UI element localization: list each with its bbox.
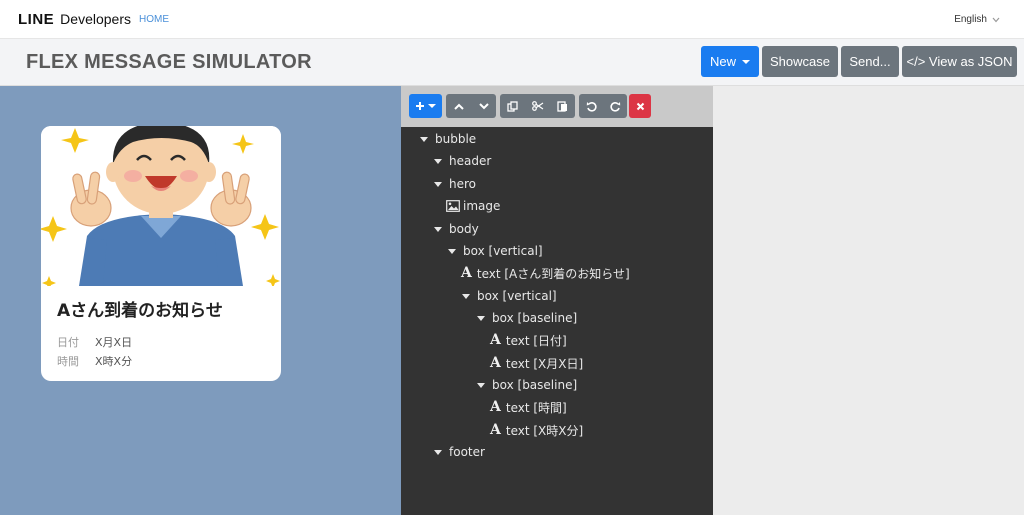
tree-node-header[interactable]: header (434, 152, 491, 170)
caret-down-icon (420, 136, 428, 142)
tree-node-label: text [時間] (505, 400, 567, 415)
man-peace-sign-illustration (41, 126, 280, 286)
delete-button[interactable] (629, 94, 651, 118)
send-button-label: Send... (849, 54, 891, 69)
editor-toolbar (401, 86, 713, 127)
tree-node-label: text [X時X分] (505, 423, 584, 438)
view-as-json-label: </> View as JSON (906, 54, 1013, 69)
date-value: X月X日 (95, 336, 133, 349)
undo-button[interactable] (579, 94, 603, 118)
tree-node-label: text [X月X日] (505, 356, 584, 371)
time-label: 時間 (57, 355, 79, 368)
tree-node-label: text [日付] (505, 333, 567, 348)
send-button[interactable]: Send... (841, 46, 899, 77)
tree-node-box-baseline-time[interactable]: box [baseline] (477, 376, 577, 394)
chevron-up-icon (453, 103, 464, 110)
copy-button[interactable] (500, 94, 525, 118)
showcase-button-label: Showcase (770, 54, 830, 69)
brand-developers-text: Developers (60, 11, 131, 27)
text-icon: A (490, 399, 501, 415)
caret-down-icon (462, 293, 470, 299)
new-button[interactable]: New (701, 46, 759, 77)
home-link[interactable]: HOME (139, 14, 169, 25)
tree-node-label: hero (449, 177, 476, 191)
tree-node-text-date-label[interactable]: A text [日付] (490, 331, 567, 349)
tree-node-hero[interactable]: hero (434, 175, 476, 193)
text-icon: A (490, 422, 501, 438)
tree-node-bubble[interactable]: bubble (420, 130, 476, 148)
tree-node-text-date-value[interactable]: A text [X月X日] (490, 354, 583, 372)
new-button-label: New (709, 54, 736, 69)
tree-node-box-baseline-date[interactable]: box [baseline] (477, 309, 577, 327)
tree-node-box-vertical-inner[interactable]: box [vertical] (462, 287, 557, 305)
tree-node-image[interactable]: image (446, 197, 500, 215)
close-icon (636, 102, 644, 110)
tree-node-label: box [vertical] (477, 289, 557, 303)
paste-icon (557, 101, 567, 112)
caret-down-icon (428, 104, 436, 108)
brand-line-text: LINE (18, 11, 55, 28)
tree-node-body[interactable]: body (434, 220, 479, 238)
chevron-down-icon (478, 102, 489, 109)
tree-node-label: bubble (435, 132, 477, 146)
caret-down-icon (434, 226, 442, 232)
tree-node-label: body (449, 222, 479, 236)
tree-node-label: box [baseline] (492, 311, 578, 325)
tree-node-box-vertical[interactable]: box [vertical] (448, 242, 543, 260)
flex-bubble-card[interactable]: Aさん到着のお知らせ 日付 X月X日 時間 X時X分 (41, 126, 281, 381)
copy-icon (507, 100, 518, 112)
image-icon (446, 200, 460, 212)
cut-icon (531, 101, 543, 111)
caret-down-icon (477, 382, 485, 388)
language-label: English (954, 14, 987, 25)
property-panel (713, 86, 1024, 515)
caret-down-icon (448, 248, 456, 254)
tree-node-label: image (463, 199, 501, 213)
showcase-button[interactable]: Showcase (762, 46, 838, 77)
redo-icon (609, 101, 620, 112)
page-title: FLEX MESSAGE SIMULATOR (26, 51, 312, 73)
preview-panel: Aさん到着のお知らせ 日付 X月X日 時間 X時X分 (0, 86, 401, 515)
undo-icon (586, 101, 597, 112)
tree-node-label: header (449, 154, 492, 168)
caret-down-icon (434, 449, 442, 455)
tree-node-label: box [baseline] (492, 378, 578, 392)
tree-node-footer[interactable]: footer (434, 443, 485, 461)
simulator-header: FLEX MESSAGE SIMULATOR New Showcase Send… (0, 39, 1024, 86)
tree-node-label: box [vertical] (463, 244, 543, 258)
caret-down-icon (434, 181, 442, 187)
card-title: Aさん到着のお知らせ (57, 301, 223, 321)
move-up-button[interactable] (446, 94, 471, 118)
tree-node-label: footer (449, 445, 485, 459)
add-component-button[interactable] (409, 94, 442, 118)
date-row: 日付 X月X日 (57, 334, 132, 350)
move-down-button[interactable] (471, 94, 496, 118)
redo-button[interactable] (603, 94, 627, 118)
hero-image (41, 126, 281, 286)
time-value: X時X分 (95, 355, 133, 368)
text-icon: A (490, 355, 501, 371)
view-as-json-button[interactable]: </> View as JSON (902, 46, 1017, 77)
language-selector[interactable]: English (954, 14, 1000, 25)
text-icon: A (461, 265, 472, 281)
tree-node-text-time-label[interactable]: A text [時間] (490, 398, 567, 416)
plus-icon (416, 102, 424, 110)
time-row: 時間 X時X分 (57, 353, 132, 369)
tree-node-label: text [Aさん到着のお知らせ] (476, 266, 630, 281)
chevron-down-icon (992, 17, 1000, 22)
cut-button[interactable] (525, 94, 550, 118)
component-tree-editor: bubble header hero image body box [verti… (401, 86, 713, 515)
tree-node-text-time-value[interactable]: A text [X時X分] (490, 421, 583, 439)
date-label: 日付 (57, 336, 79, 349)
caret-down-icon (742, 59, 750, 64)
caret-down-icon (477, 315, 485, 321)
text-icon: A (490, 332, 501, 348)
brand-logo[interactable]: LINE Developers (18, 11, 131, 28)
tree-node-text-title[interactable]: A text [Aさん到着のお知らせ] (461, 264, 630, 282)
paste-button[interactable] (550, 94, 575, 118)
top-navbar: LINE Developers HOME English (0, 0, 1024, 39)
caret-down-icon (434, 158, 442, 164)
